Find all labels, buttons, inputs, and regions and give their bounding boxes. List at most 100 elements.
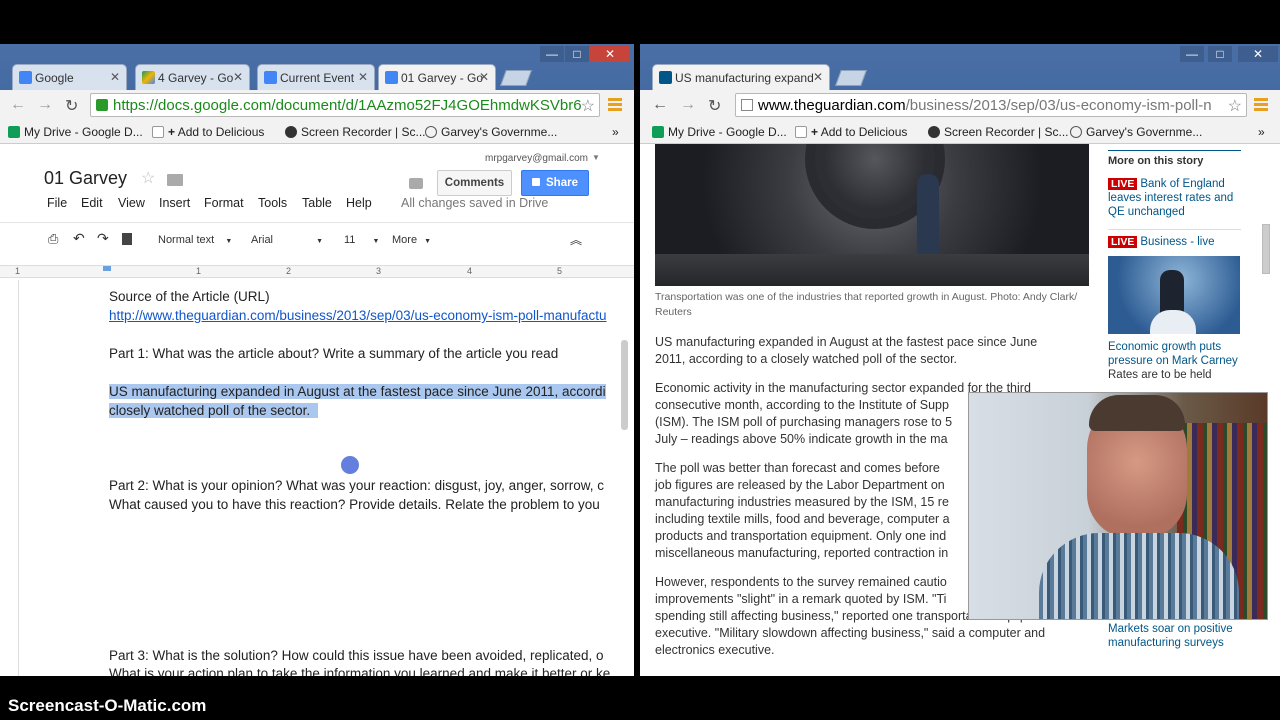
story-thumbnail[interactable] — [1108, 256, 1240, 334]
forward-arrow-icon[interactable]: → — [680, 96, 696, 114]
share-button[interactable]: Share — [521, 170, 589, 196]
style-select[interactable]: Normal text ▼ — [158, 234, 232, 246]
ruler-mark: 4 — [467, 266, 473, 276]
comment-icon[interactable] — [409, 178, 423, 189]
summary-line-1: US manufacturing expanded in August at t… — [109, 384, 616, 399]
lock-icon — [96, 99, 108, 111]
menu-edit[interactable]: Edit — [81, 196, 103, 210]
page-scrollbar[interactable] — [1262, 224, 1270, 274]
close-icon[interactable]: ✕ — [479, 70, 489, 84]
podium-shape — [1150, 310, 1196, 334]
bookmark-screen-recorder[interactable]: Screen Recorder | Sc... — [285, 125, 426, 139]
star-icon[interactable]: ☆ — [141, 168, 155, 188]
tab-01-garvey[interactable]: 01 Garvey - Go ✕ — [378, 64, 496, 90]
bookmarks-overflow-icon[interactable]: » — [612, 125, 619, 139]
bookmark-star-icon[interactable]: ☆ — [1227, 96, 1242, 116]
live-badge: LIVE — [1108, 178, 1138, 190]
comments-button[interactable]: Comments — [437, 170, 512, 196]
bookmark-delicious[interactable]: + Add to Delicious — [152, 125, 264, 139]
redo-icon[interactable]: ↷ — [97, 230, 109, 247]
chevron-down-icon: ▼ — [424, 238, 432, 245]
font-select[interactable]: Arial ▼ — [251, 234, 323, 246]
indent-marker[interactable] — [103, 266, 111, 271]
tab-current-event[interactable]: Current Event ✕ — [257, 64, 375, 90]
page-icon — [795, 126, 807, 138]
browser-toolbar: ← → ↻ https://docs.google.com/document/d… — [0, 90, 634, 120]
related-story-business-live[interactable]: LIVE Business - live — [1108, 229, 1241, 248]
bookmark-my-drive[interactable]: My Drive - Google D... — [8, 125, 143, 139]
document-canvas[interactable]: Source of the Article (URL) http://www.t… — [18, 280, 634, 676]
close-icon[interactable]: ✕ — [110, 70, 120, 84]
story-link[interactable]: Business - live — [1140, 236, 1214, 248]
menu-insert[interactable]: Insert — [159, 196, 190, 210]
document-scrollbar[interactable] — [621, 340, 628, 430]
paragraph-line: 2011, according to a closely watched pol… — [655, 352, 958, 366]
screencast-icon — [285, 126, 297, 138]
paint-format-icon[interactable] — [122, 233, 132, 245]
ruler[interactable]: 1 1 2 3 4 5 — [0, 266, 634, 278]
menu-format[interactable]: Format — [204, 196, 244, 210]
bookmarks-overflow-icon[interactable]: » — [1258, 125, 1265, 139]
address-bar[interactable]: https://docs.google.com/document/d/1AAzm… — [90, 93, 600, 117]
print-icon[interactable]: ⎙ — [48, 231, 58, 247]
story-link-markets[interactable]: Markets soar on positive manufacturing s… — [1108, 622, 1241, 650]
back-arrow-icon[interactable]: ← — [10, 96, 26, 114]
account-email[interactable]: mrpgarvey@gmail.com — [485, 153, 588, 164]
maximize-button[interactable]: □ — [1208, 46, 1232, 62]
close-window-button[interactable]: ✕ — [590, 46, 630, 62]
menu-tools[interactable]: Tools — [258, 196, 287, 210]
bookmark-delicious[interactable]: + Add to Delicious — [795, 125, 907, 139]
folder-icon[interactable] — [167, 174, 183, 186]
account-dropdown-icon[interactable]: ▼ — [592, 153, 600, 162]
close-icon[interactable]: ✕ — [358, 70, 368, 84]
menu-help[interactable]: Help — [346, 196, 372, 210]
chevron-down-icon: ▼ — [225, 238, 233, 245]
maximize-button[interactable]: □ — [565, 46, 589, 62]
more-button[interactable]: More ▼ — [392, 234, 431, 246]
recorder-bar: Screencast-O-Matic.com — [0, 676, 1280, 720]
bookmark-star-icon[interactable]: ☆ — [580, 96, 595, 116]
menu-table[interactable]: Table — [302, 196, 332, 210]
back-arrow-icon[interactable]: ← — [652, 96, 668, 114]
docs-header: mrpgarvey@gmail.com ▼ 01 Garvey ☆ File E… — [0, 144, 634, 266]
forward-arrow-icon[interactable]: → — [37, 96, 53, 114]
bookmarks-bar: My Drive - Google D... + Add to Deliciou… — [640, 120, 1280, 144]
close-window-button[interactable]: ✕ — [1238, 46, 1278, 62]
chrome-menu-icon[interactable] — [1254, 98, 1268, 111]
live-badge: LIVE — [1108, 236, 1138, 248]
tab-google[interactable]: Google ✕ — [12, 64, 127, 90]
tab-garvey-drive[interactable]: 4 Garvey - Go ✕ — [135, 64, 250, 90]
docs-favicon — [385, 71, 398, 84]
share-label: Share — [546, 177, 578, 189]
minimize-button[interactable]: — — [540, 46, 564, 62]
minimize-button[interactable]: — — [1180, 46, 1204, 62]
new-tab-button[interactable] — [500, 70, 532, 86]
close-icon[interactable]: ✕ — [813, 70, 823, 84]
undo-icon[interactable]: ↶ — [73, 230, 85, 247]
bookmark-garvey-gov[interactable]: Garvey's Governme... — [425, 125, 557, 139]
reload-icon[interactable]: ↻ — [708, 96, 721, 116]
story-link-growth[interactable]: Economic growth puts pressure on Mark Ca… — [1108, 340, 1241, 368]
webcam-overlay — [968, 392, 1268, 620]
presenter-hair — [1089, 395, 1185, 431]
bookmark-screen-recorder[interactable]: Screen Recorder | Sc... — [928, 125, 1069, 139]
size-select[interactable]: 11 ▼ — [344, 234, 379, 246]
bookmark-my-drive[interactable]: My Drive - Google D... — [652, 125, 787, 139]
menu-file[interactable]: File — [47, 196, 67, 210]
menu-view[interactable]: View — [118, 196, 145, 210]
source-url-link[interactable]: http://www.theguardian.com/business/2013… — [109, 308, 616, 323]
part3-question-1: Part 3: What is the solution? How could … — [109, 648, 604, 663]
url-path: /business/2013/sep/03/us-economy-ism-pol… — [905, 97, 1212, 114]
part2-question-1: Part 2: What is your opinion? What was y… — [109, 478, 604, 493]
collapse-icon[interactable]: ︽ — [570, 231, 582, 248]
address-bar[interactable]: www.theguardian.com/business/2013/sep/03… — [735, 93, 1247, 117]
reload-icon[interactable]: ↻ — [65, 96, 78, 116]
bookmark-garvey-gov[interactable]: Garvey's Governme... — [1070, 125, 1202, 139]
new-tab-button[interactable] — [835, 70, 867, 86]
tab-guardian-article[interactable]: US manufacturing expand ✕ — [652, 64, 830, 90]
close-icon[interactable]: ✕ — [233, 70, 243, 84]
related-story-boe[interactable]: LIVE Bank of England leaves interest rate… — [1108, 177, 1241, 219]
photo-caption: Transportation was one of the industries… — [655, 291, 1078, 318]
document-title[interactable]: 01 Garvey — [44, 168, 127, 189]
chrome-menu-icon[interactable] — [608, 98, 622, 111]
